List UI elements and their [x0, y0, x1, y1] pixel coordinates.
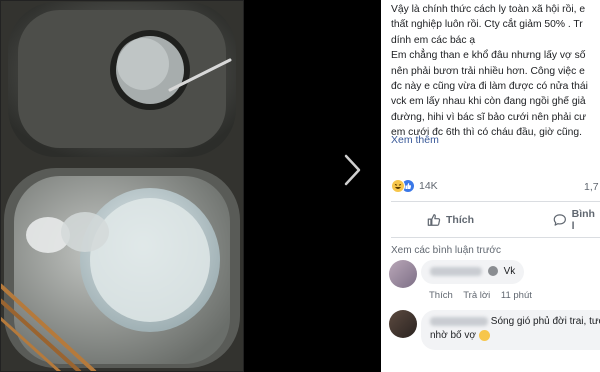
comment-reply-link[interactable]: Trả lời: [463, 290, 490, 301]
next-photo-button[interactable]: [338, 150, 366, 190]
reaction-count: 14K: [419, 180, 438, 192]
smile-emoji-icon: [478, 329, 490, 341]
like-button-label: Thích: [446, 214, 474, 226]
chevron-right-icon: [344, 154, 361, 186]
post-photo[interactable]: [0, 0, 244, 372]
divider: [391, 237, 600, 238]
comment-bubble: Sóng gió phủ đời trai, tươn nhờ bố vợ: [421, 310, 600, 350]
comment-like-link[interactable]: Thích: [429, 290, 453, 301]
post-text-line: Vậy là chính thức cách ly toàn xã hội rồ…: [391, 4, 586, 15]
commenter-name-blurred[interactable]: [430, 266, 482, 276]
photo-viewer: [0, 0, 381, 372]
share-count[interactable]: 1,7: [584, 181, 599, 193]
comment-meta: Thích Trả lời 11 phút: [429, 290, 540, 301]
post-text-line: đc này e cũng vừa đi làm được có nửa thá…: [391, 80, 588, 92]
divider: [391, 201, 600, 202]
post-body: Vậy là chính thức cách ly toàn xã hội rồ…: [391, 2, 600, 141]
view-previous-comments-link[interactable]: Xem các bình luận trước: [391, 245, 501, 256]
comment-text: nhờ bố vợ: [430, 330, 476, 341]
comment-text: Vk: [503, 266, 516, 277]
comment-button-label: Bình l: [571, 208, 595, 232]
thumbs-up-icon: [427, 214, 441, 226]
comment-icon: [553, 214, 566, 226]
post-text-line: Em chẳng than e khổ đâu nhưng lấy vợ số: [391, 50, 586, 62]
like-button[interactable]: Thích: [427, 209, 474, 231]
commenter-name-blurred[interactable]: [430, 316, 488, 326]
comment-bubble: Vk: [421, 260, 525, 284]
avatar[interactable]: [389, 310, 417, 338]
reactions-summary[interactable]: 14K: [391, 176, 438, 196]
post-text-line: đường, hihi vì bác sĩ bảo cưới nên phải …: [391, 111, 587, 123]
post-text-line: nên phải bươn trải nhiều hơn. Công việc …: [391, 65, 585, 77]
post-text-line: vck em lấy nhau khi còn đang ngồi ghế gi…: [391, 96, 586, 108]
comment-button[interactable]: Bình l: [553, 208, 600, 232]
comment-text: Sóng gió phủ đời trai, tươn: [490, 316, 600, 327]
post-panel: Vậy là chính thức cách ly toàn xã hội rồ…: [381, 0, 600, 372]
wink-emoji-icon: [487, 266, 498, 277]
avatar[interactable]: [389, 260, 417, 288]
comment-time: 11 phút: [500, 290, 532, 301]
see-more-link[interactable]: Xem thêm: [391, 134, 439, 146]
haha-reaction-icon: [391, 179, 405, 193]
post-text-line: dính em các bác ạ: [391, 34, 476, 46]
photo-sink-image: [0, 0, 244, 372]
post-text-line: thất nghiệp luôn rồi. Cty cắt giảm 50% .…: [391, 19, 583, 31]
